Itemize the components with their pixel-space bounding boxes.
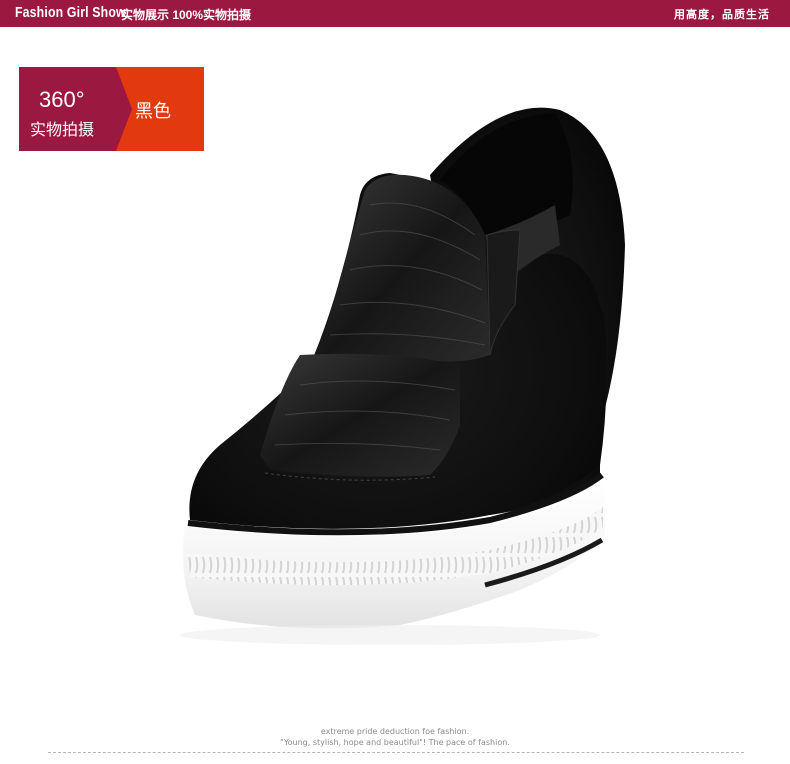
footer-tagline: extreme pride deduction foe fashion. bbox=[320, 727, 470, 736]
brand-name: Fashion Girl Show bbox=[15, 4, 126, 21]
badge-real-shot-label: 实物拍摄 bbox=[30, 122, 95, 139]
header-slogan: 用高度，品质生活 bbox=[674, 9, 770, 21]
product-photo bbox=[180, 107, 625, 645]
badge-360-panel: 360° 实物拍摄 bbox=[19, 67, 116, 151]
badge-arrow bbox=[116, 67, 132, 151]
header-subtitle: 实物展示 100%实物拍摄 bbox=[121, 8, 252, 22]
header-bar: Fashion Girl Show 实物展示 100%实物拍摄 用高度，品质生活 bbox=[0, 0, 790, 27]
footer-quote: "Young, stylish, hope and beautiful"! Th… bbox=[280, 738, 510, 747]
footer-divider bbox=[48, 752, 744, 753]
badge-360-label: 360° bbox=[39, 87, 85, 112]
